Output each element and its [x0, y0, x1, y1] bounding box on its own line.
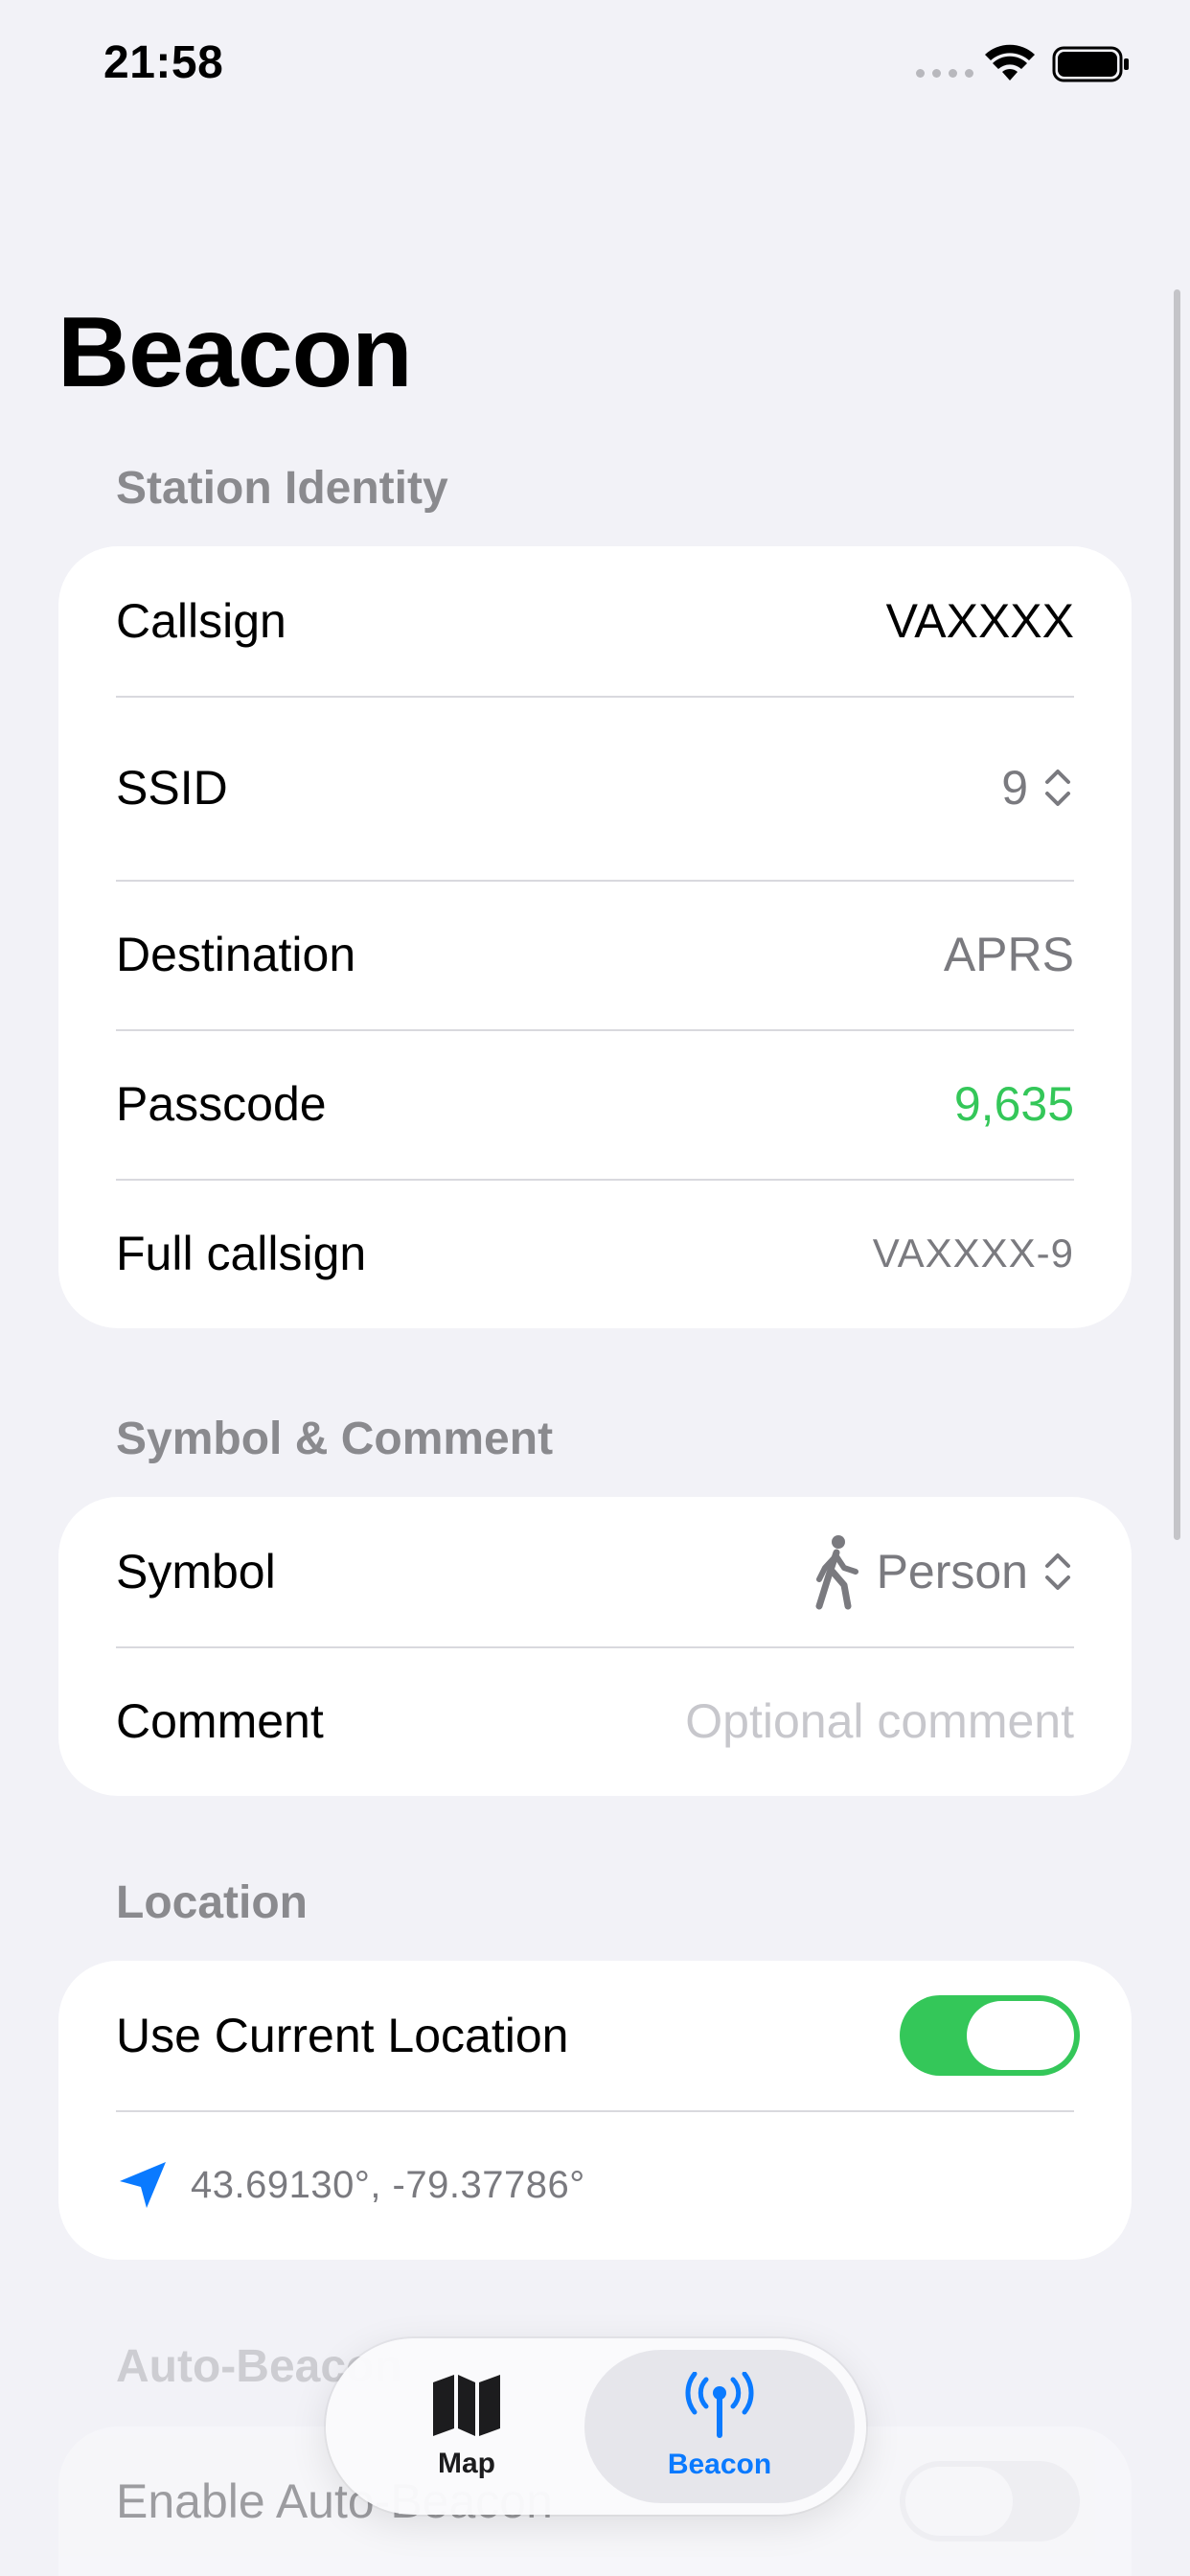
status-bar: 21:58	[0, 0, 1190, 134]
antenna-icon	[685, 2372, 754, 2438]
section-header-location: Location	[116, 1877, 308, 1928]
use-current-location-row[interactable]: Use Current Location	[58, 1961, 1132, 2110]
tab-beacon[interactable]: Beacon	[584, 2350, 855, 2503]
ssid-picker[interactable]: 9	[1001, 760, 1074, 816]
symbol-label: Symbol	[116, 1545, 276, 1598]
location-arrow-icon	[120, 2162, 166, 2208]
destination-row: Destination APRS	[58, 880, 1132, 1029]
scroll-indicator[interactable]	[1174, 289, 1180, 1540]
page-title: Beacon	[57, 297, 413, 408]
use-current-location-label: Use Current Location	[116, 2009, 569, 2062]
destination-label: Destination	[116, 928, 356, 981]
tab-label-beacon: Beacon	[667, 2449, 772, 2480]
tab-map[interactable]: Map	[356, 2350, 577, 2503]
comment-input[interactable]: Optional comment	[685, 1693, 1074, 1749]
toggle-knob	[905, 2467, 1013, 2536]
wifi-icon	[985, 44, 1035, 80]
coordinates-row: 43.69130°, -79.37786°	[58, 2110, 1132, 2260]
tab-label-map: Map	[438, 2448, 495, 2479]
cellular-signal-icon	[916, 69, 973, 78]
full-callsign-label: Full callsign	[116, 1227, 367, 1280]
status-time: 21:58	[103, 37, 224, 88]
symbol-value: Person	[876, 1545, 1028, 1598]
passcode-label: Passcode	[116, 1077, 327, 1131]
station-identity-card: Callsign VAXXXX SSID 9 Destination APRS …	[58, 546, 1132, 1328]
symbol-row[interactable]: Symbol Person	[58, 1497, 1132, 1646]
full-callsign-value: VAXXXX-9	[872, 1230, 1074, 1276]
ssid-label: SSID	[116, 761, 228, 815]
passcode-row: Passcode 9,635	[58, 1029, 1132, 1179]
chevron-up-down-icon	[1045, 770, 1070, 806]
comment-label: Comment	[116, 1694, 324, 1748]
enable-auto-beacon-toggle[interactable]	[900, 2461, 1080, 2542]
ssid-row[interactable]: SSID 9	[58, 696, 1132, 880]
destination-value: APRS	[943, 928, 1074, 981]
ssid-value: 9	[1001, 761, 1028, 815]
screen: 21:58 Beacon Station Identity Callsign V…	[0, 0, 1190, 2576]
toggle-knob	[967, 2001, 1074, 2070]
use-current-location-toggle[interactable]	[900, 1995, 1080, 2076]
location-card: Use Current Location 43.69130°, -79.3778…	[58, 1961, 1132, 2260]
passcode-value: 9,635	[953, 1077, 1074, 1131]
callsign-field[interactable]: VAXXXX	[886, 593, 1074, 649]
symbol-comment-card: Symbol Person Comment Optional comment	[58, 1497, 1132, 1796]
comment-row[interactable]: Comment Optional comment	[58, 1646, 1132, 1796]
battery-icon	[1052, 46, 1129, 82]
callsign-row[interactable]: Callsign VAXXXX	[58, 546, 1132, 696]
map-icon	[433, 2375, 500, 2436]
person-walking-icon	[815, 1535, 858, 1610]
coordinates-text: 43.69130°, -79.37786°	[191, 2163, 585, 2206]
section-header-symbol-comment: Symbol & Comment	[116, 1414, 554, 1464]
chevron-up-down-icon	[1045, 1553, 1070, 1590]
section-header-station-identity: Station Identity	[116, 463, 448, 514]
callsign-label: Callsign	[116, 594, 286, 648]
symbol-picker[interactable]: Person	[813, 1533, 1074, 1610]
tab-bar: Map Beacon	[326, 2338, 866, 2515]
full-callsign-row: Full callsign VAXXXX-9	[58, 1179, 1132, 1328]
